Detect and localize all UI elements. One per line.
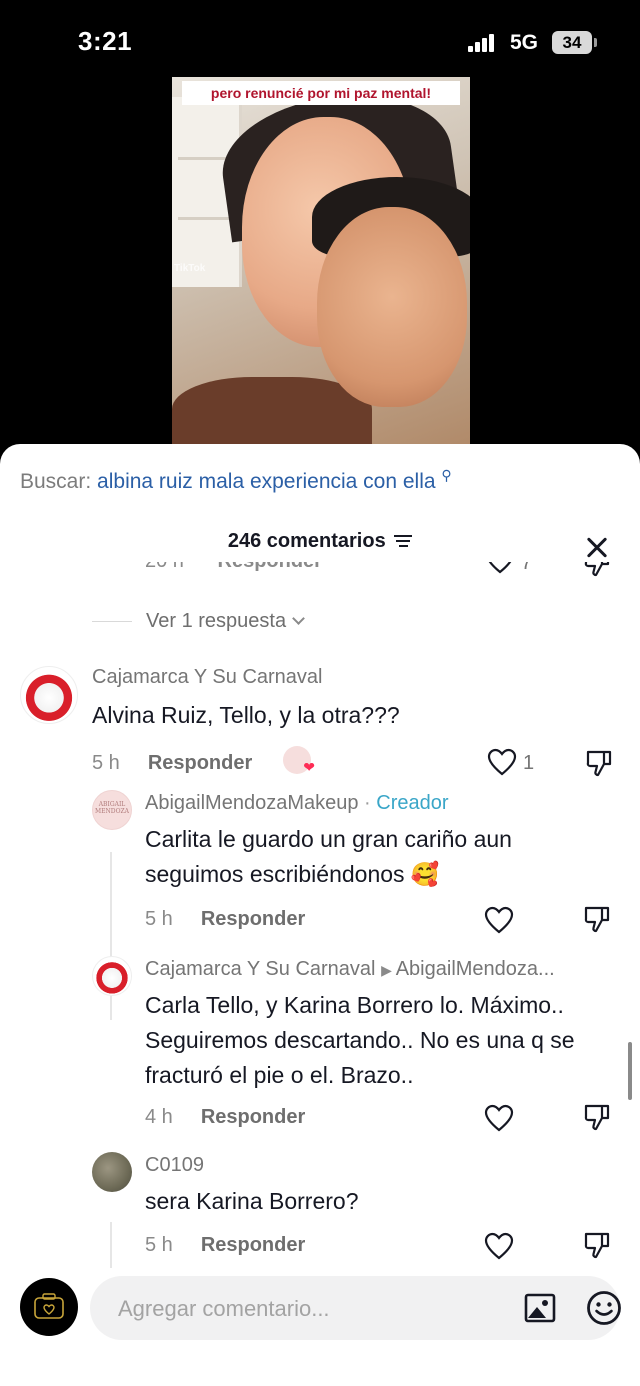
- video-caption: pero renuncié por mi paz mental!: [182, 81, 460, 105]
- emoji-icon[interactable]: [586, 1290, 622, 1326]
- heart-icon[interactable]: [484, 1232, 514, 1260]
- partial-comment-meta: 20 h Responder: [145, 562, 322, 573]
- battery-tip: [594, 38, 597, 47]
- chevron-down-icon: [292, 611, 305, 625]
- comment-meta: 5 h Responder: [92, 752, 252, 775]
- camera-icon: [34, 1293, 64, 1319]
- network-type: 5G: [510, 31, 539, 54]
- thumbs-down-icon[interactable]: [584, 748, 614, 778]
- reply-button[interactable]: Responder: [201, 1106, 305, 1128]
- filter-icon[interactable]: [394, 534, 413, 548]
- heart-icon[interactable]: [487, 748, 517, 776]
- reply-time: 5 h: [145, 908, 173, 930]
- creator-badge: Creador: [376, 792, 449, 814]
- tiktok-watermark: TikTok: [174, 263, 206, 274]
- person-face-2: [317, 207, 467, 407]
- comment-item: Cajamarca Y Su Carnaval Alvina Ruiz, Tel…: [0, 660, 640, 790]
- reply-username-text: Cajamarca Y Su Carnaval: [145, 958, 376, 980]
- avatar-logo-text: ABIGAIL MENDOZA: [94, 801, 129, 816]
- comments-header: 246 comentarios: [0, 530, 640, 562]
- partial-like-count: 7: [521, 562, 533, 574]
- signal-icon: [468, 34, 498, 52]
- reply-username[interactable]: AbigailMendozaMakeup · Creador: [145, 792, 449, 815]
- my-avatar[interactable]: [20, 1278, 78, 1336]
- reply-text: Carlita le guardo un gran cariño aun seg…: [145, 826, 512, 887]
- reply-arrow-icon: ▶: [381, 962, 396, 978]
- reply-to-username[interactable]: AbigailMendoza...: [396, 958, 555, 980]
- reply-meta: 5 h Responder: [145, 908, 305, 931]
- heart-icon[interactable]: [484, 906, 514, 934]
- partial-time: 20 h: [145, 562, 184, 572]
- image-icon[interactable]: [524, 1292, 556, 1324]
- reply-item: ABIGAIL MENDOZA AbigailMendozaMakeup · C…: [0, 790, 640, 955]
- reply-meta: 4 h Responder: [145, 1106, 305, 1129]
- partial-reply-button[interactable]: Responder: [218, 562, 322, 572]
- reply-username[interactable]: Cajamarca Y Su Carnaval ▶ AbigailMendoza…: [145, 958, 555, 981]
- comments-count: 246 comentarios: [227, 530, 386, 552]
- view-replies-button[interactable]: Ver 1 respuesta: [92, 606, 305, 636]
- comment-placeholder: Agregar comentario...: [118, 1296, 330, 1321]
- comments-sheet: Buscar: albina ruiz mala experiencia con…: [0, 444, 640, 1386]
- reply-button[interactable]: Responder: [201, 908, 305, 930]
- comment-input[interactable]: Agregar comentario... @: [90, 1276, 622, 1340]
- view-replies-label: Ver 1 respuesta: [146, 609, 287, 632]
- reply-text: sera Karina Borrero?: [145, 1188, 359, 1214]
- thumbs-down-icon[interactable]: [582, 1102, 612, 1132]
- battery-icon: 34: [552, 31, 592, 54]
- avatar[interactable]: [92, 956, 132, 996]
- reply-meta: 5 h Responder: [145, 1234, 305, 1257]
- thumbs-down-icon[interactable]: [582, 562, 612, 578]
- reply-item: Cajamarca Y Su Carnaval ▶ AbigailMendoza…: [0, 954, 640, 1154]
- avatar[interactable]: [92, 1152, 132, 1192]
- status-time: 3:21: [78, 26, 133, 56]
- heart-icon[interactable]: [485, 562, 515, 574]
- reply-username-text: AbigailMendozaMakeup: [145, 792, 359, 814]
- comment-username[interactable]: Cajamarca Y Su Carnaval: [92, 666, 323, 689]
- video-player[interactable]: pero renuncié por mi paz mental! TikTok: [172, 77, 470, 449]
- comments-list[interactable]: 20 h Responder 7 Ver 1 respuesta Cajamar…: [0, 562, 640, 1268]
- status-bar: 3:21 5G 34: [0, 0, 640, 80]
- reply-time: 5 h: [145, 1234, 173, 1256]
- scrollbar[interactable]: [628, 1042, 632, 1100]
- comment-time: 5 h: [92, 752, 120, 774]
- magnifier-icon: ⚲: [441, 467, 452, 483]
- close-icon[interactable]: [583, 534, 611, 562]
- thumbs-down-icon[interactable]: [582, 1230, 612, 1260]
- reply-text: Carla Tello, y Karina Borrero lo. Máximo…: [145, 992, 575, 1088]
- search-query-link[interactable]: albina ruiz mala experiencia con ella: [97, 470, 436, 493]
- avatar[interactable]: [20, 666, 78, 724]
- avatar[interactable]: ABIGAIL MENDOZA: [92, 790, 132, 830]
- reply-username[interactable]: C0109: [145, 1154, 204, 1177]
- reply-button[interactable]: Responder: [201, 1234, 305, 1256]
- reply-button[interactable]: Responder: [148, 752, 252, 774]
- comment-text: Alvina Ruiz, Tello, y la otra???: [92, 702, 400, 728]
- divider-line: [92, 620, 132, 622]
- comment-input-bar: Agregar comentario... @: [0, 1270, 640, 1386]
- heart-icon[interactable]: [484, 1104, 514, 1132]
- like-count: 1: [523, 752, 535, 774]
- creator-liked-icon: ❤: [283, 746, 315, 775]
- search-suggestion[interactable]: Buscar: albina ruiz mala experiencia con…: [20, 467, 452, 494]
- reply-time: 4 h: [145, 1106, 173, 1128]
- thumbs-down-icon[interactable]: [582, 904, 612, 934]
- reply-item: C0109 sera Karina Borrero? 5 h Responder: [0, 1152, 640, 1268]
- search-label: Buscar:: [20, 470, 92, 493]
